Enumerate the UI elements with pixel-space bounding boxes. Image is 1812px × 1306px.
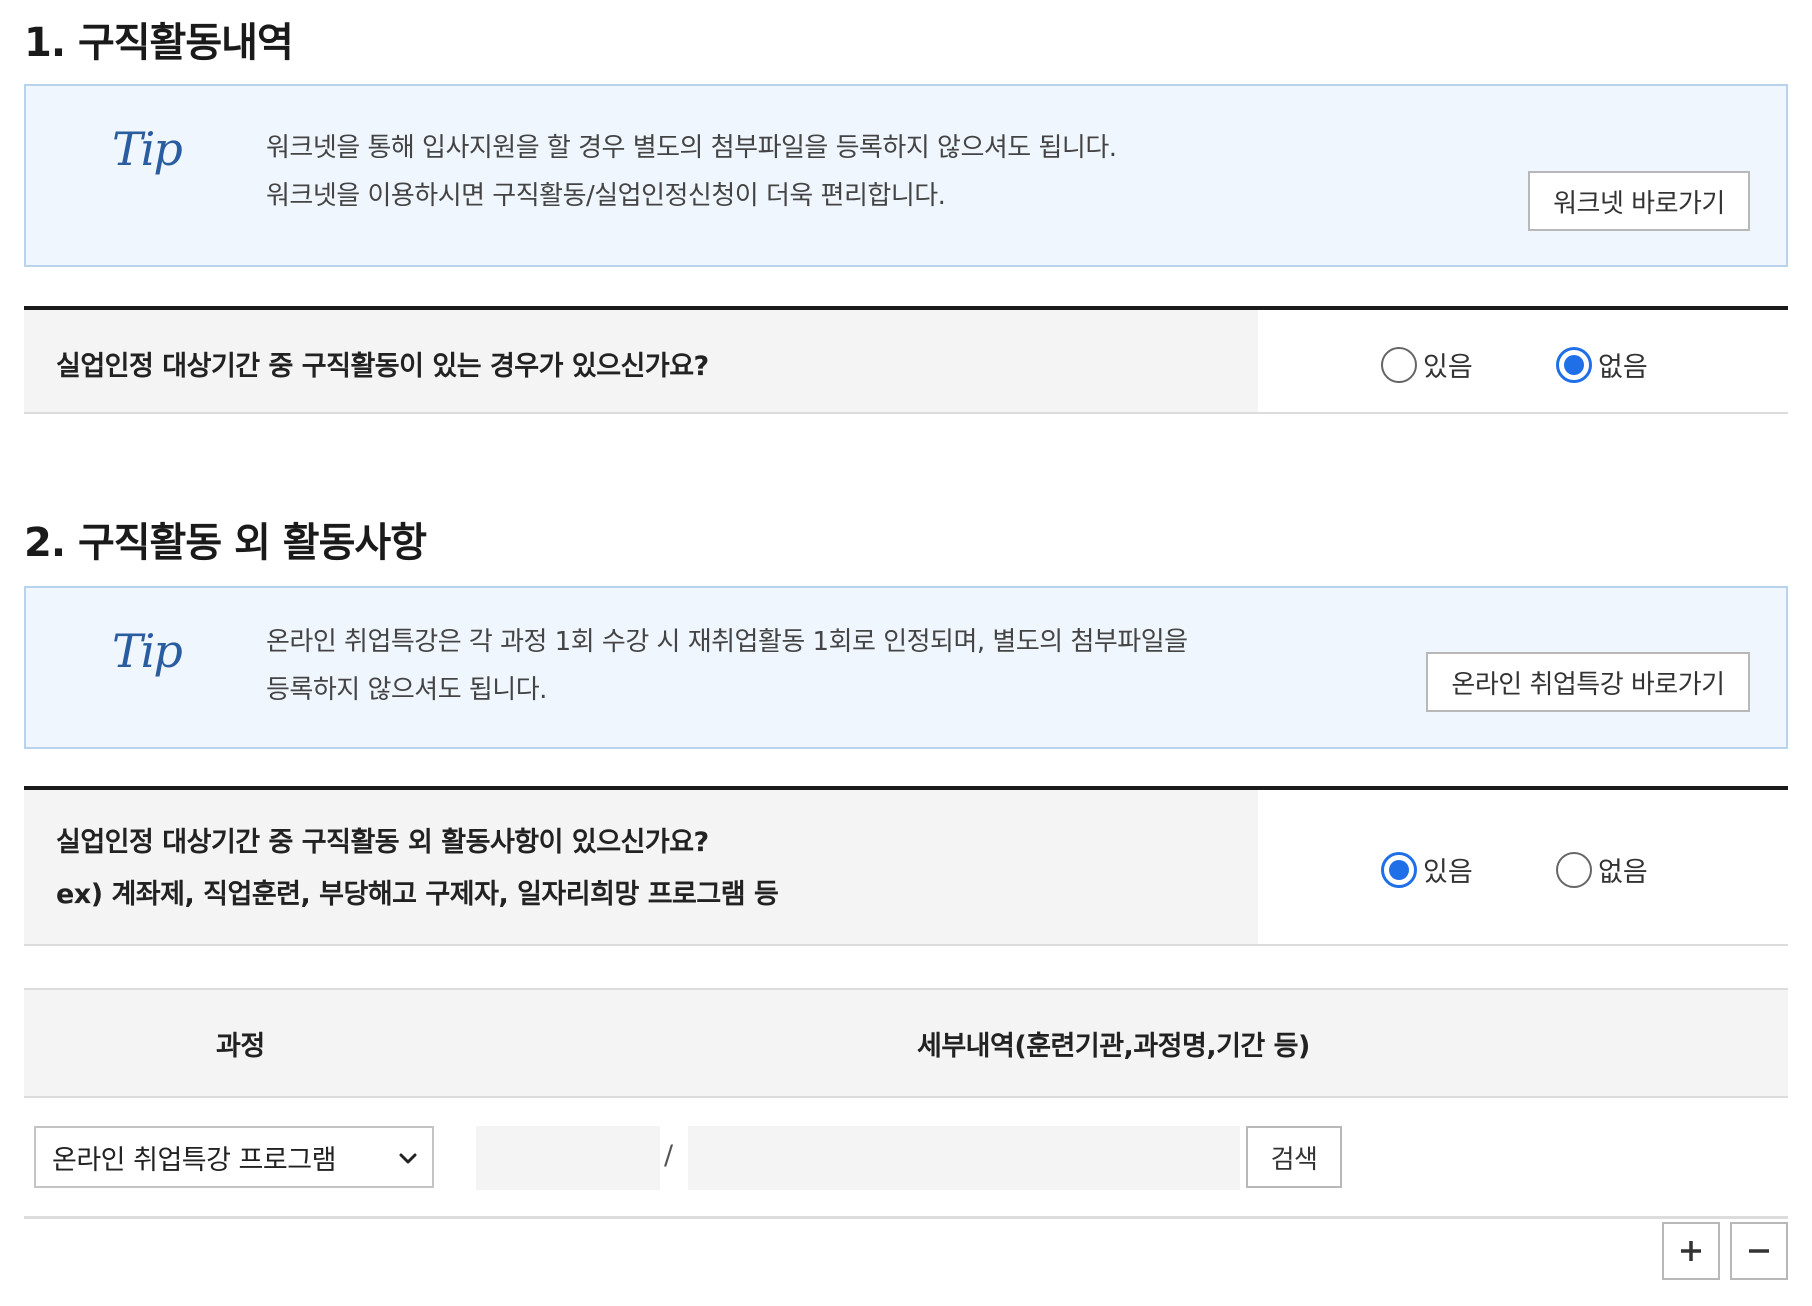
section2-tip-line2: 등록하지 않으셔도 됩니다. — [266, 675, 547, 705]
radio-circle[interactable] — [1381, 851, 1417, 888]
minus-icon — [1749, 1249, 1769, 1253]
table-bottom-divider — [24, 1216, 1788, 1219]
plus-icon — [1681, 1241, 1701, 1261]
search-button[interactable]: 검색 — [1246, 1126, 1342, 1188]
radio-label: 있음 — [1423, 352, 1473, 383]
section1-tip-box: Tip 워크넷을 통해 입사지원을 할 경우 별도의 첨부파일을 등록하지 않으… — [24, 84, 1788, 267]
course-select-value: 온라인 취업특강 프로그램 — [52, 1144, 336, 1176]
section2-title: 2. 구직활동 외 활동사항 — [24, 520, 427, 566]
column-header-detail: 세부내역(훈련기관,과정명,기간 등) — [917, 1030, 1310, 1062]
section1-question-row: 실업인정 대상기간 중 구직활동이 있는 경우가 있으신가요? 있음 없음 — [24, 306, 1788, 414]
remove-row-button[interactable] — [1730, 1222, 1788, 1280]
section2-tip-text: 온라인 취업특강은 각 과정 1회 수강 시 재취업활동 1회로 인정되며, 별… — [266, 618, 1188, 714]
section2-question-cell: 실업인정 대상기간 중 구직활동 외 활동사항이 있으신가요? ex) 계좌제,… — [24, 790, 1258, 944]
section1-question-cell: 실업인정 대상기간 중 구직활동이 있는 경우가 있으신가요? — [24, 310, 1258, 412]
tip-logo: Tip — [112, 624, 183, 678]
online-lecture-link-button[interactable]: 온라인 취업특강 바로가기 — [1426, 652, 1750, 712]
detail-field-1[interactable] — [476, 1126, 660, 1190]
section1-radio-yes[interactable]: 있음 — [1381, 345, 1473, 384]
section2-radio-yes[interactable]: 있음 — [1381, 850, 1473, 889]
radio-circle[interactable] — [1381, 346, 1417, 383]
column-header-course: 과정 — [216, 1030, 265, 1062]
section2-tip-line1: 온라인 취업특강은 각 과정 1회 수강 시 재취업활동 1회로 인정되며, 별… — [266, 627, 1188, 657]
section1-radio-no[interactable]: 없음 — [1556, 345, 1648, 384]
section2-question-line1: 실업인정 대상기간 중 구직활동 외 활동사항이 있으신가요? — [56, 827, 709, 858]
section2-radio-no[interactable]: 없음 — [1556, 850, 1648, 889]
detail-field-2[interactable] — [688, 1126, 1240, 1190]
worknet-link-button[interactable]: 워크넷 바로가기 — [1528, 171, 1750, 231]
section1-tip-line1: 워크넷을 통해 입사지원을 할 경우 별도의 첨부파일을 등록하지 않으셔도 됩… — [266, 133, 1117, 163]
course-select[interactable]: 온라인 취업특강 프로그램 — [34, 1126, 434, 1188]
section2-tip-box: Tip 온라인 취업특강은 각 과정 1회 수강 시 재취업활동 1회로 인정되… — [24, 586, 1788, 749]
add-row-button[interactable] — [1662, 1222, 1720, 1280]
radio-label: 없음 — [1598, 352, 1648, 383]
section1-tip-text: 워크넷을 통해 입사지원을 할 경우 별도의 첨부파일을 등록하지 않으셔도 됩… — [266, 124, 1117, 220]
radio-circle[interactable] — [1556, 346, 1592, 383]
activity-table-header: 과정 세부내역(훈련기관,과정명,기간 등) — [24, 988, 1788, 1098]
section2-question-row: 실업인정 대상기간 중 구직활동 외 활동사항이 있으신가요? ex) 계좌제,… — [24, 786, 1788, 946]
tip-logo: Tip — [112, 122, 183, 176]
chevron-down-icon — [399, 1153, 417, 1164]
section1-title: 1. 구직활동내역 — [24, 20, 294, 66]
section1-tip-line2: 워크넷을 이용하시면 구직활동/실업인정신청이 더욱 편리합니다. — [266, 181, 946, 211]
radio-label: 있음 — [1423, 857, 1473, 888]
detail-separator: / — [664, 1140, 674, 1171]
radio-circle[interactable] — [1556, 851, 1592, 888]
radio-label: 없음 — [1598, 857, 1648, 888]
section2-question-line2: ex) 계좌제, 직업훈련, 부당해고 구제자, 일자리희망 프로그램 등 — [56, 879, 779, 910]
section1-question: 실업인정 대상기간 중 구직활동이 있는 경우가 있으신가요? — [56, 351, 709, 382]
